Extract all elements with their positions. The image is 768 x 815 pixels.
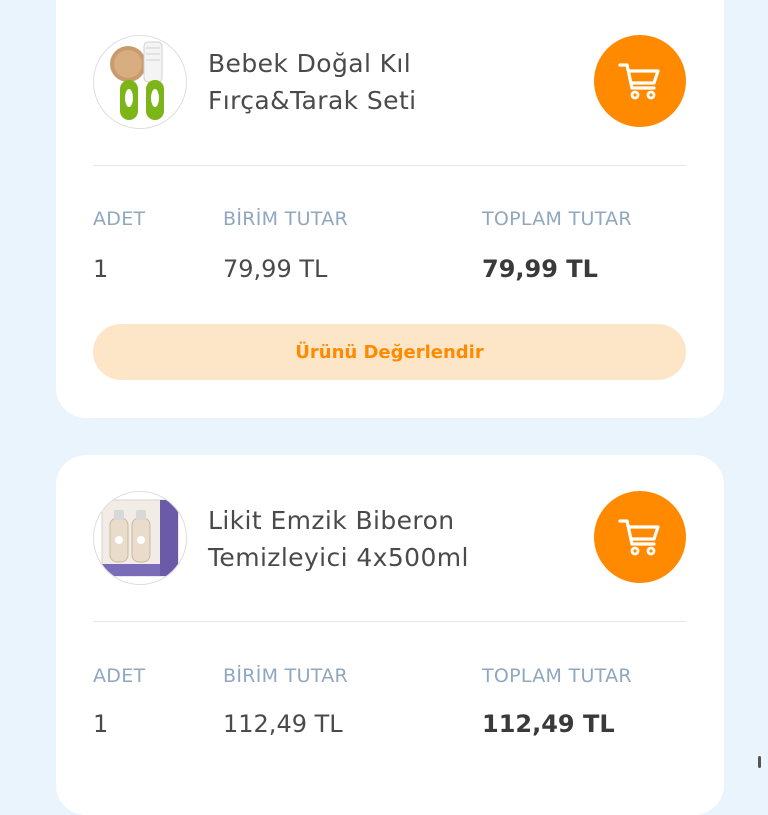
brush-comb-image: [94, 36, 186, 128]
order-item-card: Likit Emzik Biberon Temizleyici 4x500ml …: [56, 455, 724, 815]
cleaner-bottles-image: [94, 492, 186, 584]
cart-icon: [618, 519, 660, 556]
total-price-value: 112,49 TL: [482, 710, 615, 738]
divider: [93, 621, 686, 622]
total-price-value: 79,99 TL: [482, 255, 598, 283]
add-to-cart-button[interactable]: [594, 491, 686, 583]
product-image[interactable]: [93, 491, 187, 585]
scrollbar[interactable]: [758, 756, 761, 768]
order-item-card: Bebek Doğal Kıl Fırça&Tarak Seti ADET Bİ…: [56, 0, 724, 418]
qty-label: ADET: [93, 665, 146, 687]
add-to-cart-button[interactable]: [594, 35, 686, 127]
divider: [93, 165, 686, 166]
unit-price-label: BİRİM TUTAR: [223, 208, 349, 230]
rate-product-button[interactable]: Ürünü Değerlendir: [93, 324, 686, 380]
product-name[interactable]: Bebek Doğal Kıl Fırça&Tarak Seti: [208, 45, 508, 119]
qty-value: 1: [93, 255, 109, 283]
total-price-label: TOPLAM TUTAR: [482, 665, 632, 687]
unit-price-label: BİRİM TUTAR: [223, 665, 349, 687]
total-price-label: TOPLAM TUTAR: [482, 208, 632, 230]
product-image[interactable]: [93, 35, 187, 129]
unit-price-value: 79,99 TL: [223, 255, 328, 283]
cart-icon: [618, 63, 660, 100]
qty-label: ADET: [93, 208, 146, 230]
product-name[interactable]: Likit Emzik Biberon Temizleyici 4x500ml: [208, 502, 508, 576]
qty-value: 1: [93, 710, 109, 738]
unit-price-value: 112,49 TL: [223, 710, 343, 738]
